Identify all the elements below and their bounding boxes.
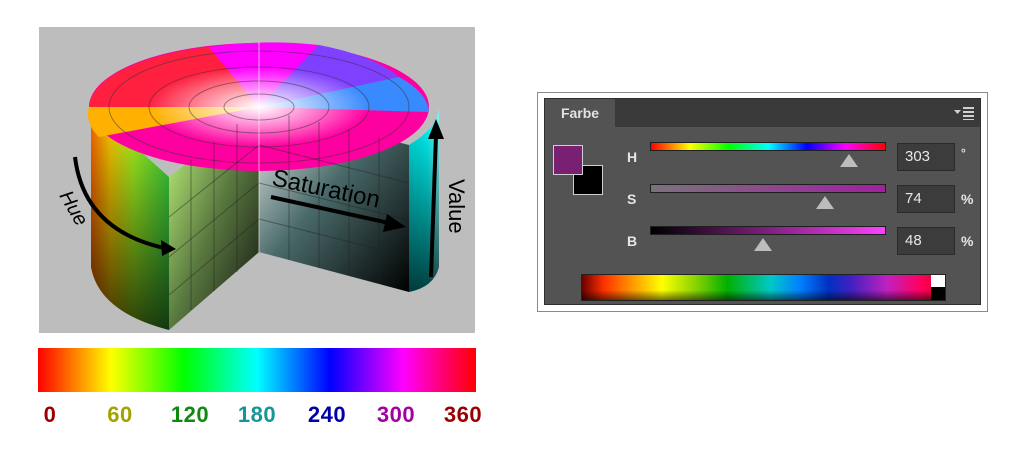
hue-unit-label: ° (961, 146, 966, 160)
hsv-cylinder-graphic: Hue Saturation Value (55, 42, 469, 330)
hue-channel-label: H (627, 149, 638, 165)
spectrum-white-swatch[interactable] (931, 275, 945, 287)
saturation-unit-label: % (961, 191, 974, 207)
hue-degree-label: 0 (43, 402, 57, 427)
hue-value-input[interactable]: 303 (897, 143, 955, 171)
color-panel: Farbe H 303 ° S 74 % B 48 % (544, 98, 981, 305)
brightness-slider-track[interactable] (650, 226, 886, 235)
hue-degree-label: 180 (237, 402, 277, 427)
value-axis-label: Value (444, 179, 469, 234)
saturation-slider-track[interactable] (650, 184, 886, 193)
hsv-cylinder-illustration: Hue Saturation Value (39, 27, 475, 333)
color-spectrum-ramp[interactable] (581, 274, 946, 301)
hue-degree-label: 240 (307, 402, 347, 427)
foreground-color-swatch[interactable] (553, 145, 583, 175)
hue-degree-label: 300 (376, 402, 416, 427)
spectrum-black-swatch[interactable] (931, 287, 945, 300)
panel-menu-icon[interactable] (954, 106, 974, 120)
hue-gradient-bar (38, 348, 476, 392)
brightness-value-input[interactable]: 48 (897, 227, 955, 255)
brightness-channel-label: B (627, 233, 638, 249)
hue-degree-label: 60 (107, 402, 133, 427)
hue-slider-track[interactable] (650, 142, 886, 151)
saturation-channel-label: S (627, 191, 637, 207)
saturation-slider-thumb[interactable] (815, 196, 834, 209)
hue-slider-thumb[interactable] (839, 154, 858, 167)
brightness-slider-thumb[interactable] (754, 238, 773, 251)
brightness-unit-label: % (961, 233, 974, 249)
hue-degree-label: 120 (170, 402, 210, 427)
saturation-value-input[interactable]: 74 (897, 185, 955, 213)
hue-degree-label: 360 (443, 402, 483, 427)
tab-farbe[interactable]: Farbe (545, 99, 615, 128)
